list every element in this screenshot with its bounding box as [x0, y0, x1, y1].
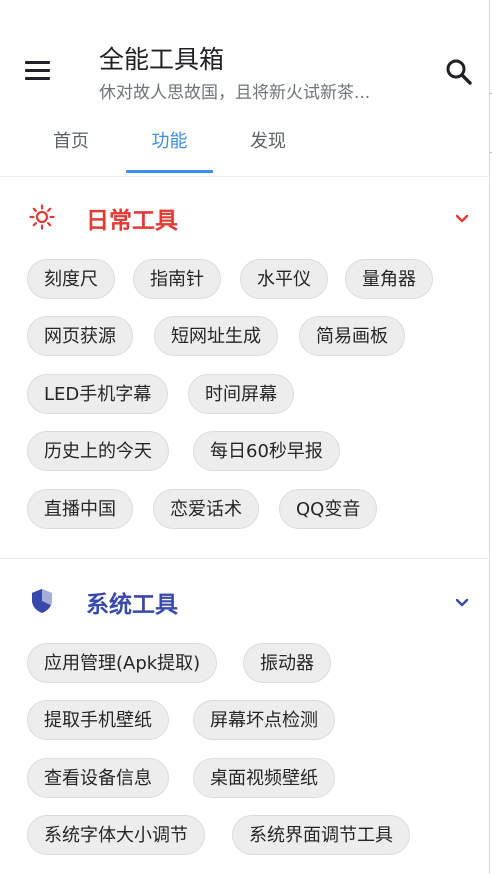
chip-qq-voice[interactable]: QQ变音 [279, 489, 378, 529]
app-screen: 全能工具箱 休对故人思故国，且将新火试新茶... 首页 功能 发现 日常工具 刻… [0, 0, 489, 874]
chip-short-url[interactable]: 短网址生成 [154, 316, 278, 356]
window-edge [489, 0, 490, 874]
section-divider [0, 558, 489, 559]
tab-discover[interactable]: 发现 [228, 120, 308, 175]
section-header-daily-tools[interactable]: 日常工具 [0, 197, 489, 237]
app-subtitle: 休对故人思故国，且将新火试新茶... [99, 83, 371, 103]
chip-extract-wallpaper[interactable]: 提取手机壁纸 [27, 700, 169, 740]
search-icon[interactable] [443, 56, 475, 88]
hamburger-menu-icon[interactable] [22, 58, 54, 84]
chevron-down-icon[interactable] [451, 591, 473, 613]
sun-icon [28, 203, 56, 231]
section-title-daily-tools: 日常工具 [86, 208, 178, 234]
tab-active-indicator [126, 170, 213, 173]
chip-ui-tuner[interactable]: 系统界面调节工具 [232, 815, 410, 855]
chip-web-source[interactable]: 网页获源 [27, 316, 133, 356]
chip-compass[interactable]: 指南针 [133, 259, 221, 299]
shield-icon [28, 587, 56, 615]
chip-led-subtitle[interactable]: LED手机字幕 [27, 374, 169, 414]
chip-video-wallpaper[interactable]: 桌面视频壁纸 [193, 758, 335, 798]
chevron-down-icon[interactable] [451, 207, 473, 229]
chip-font-size[interactable]: 系统字体大小调节 [27, 815, 205, 855]
chip-level[interactable]: 水平仪 [240, 259, 328, 299]
app-title: 全能工具箱 [99, 45, 225, 74]
chip-drawing-board[interactable]: 简易画板 [299, 316, 405, 356]
chip-history-today[interactable]: 历史上的今天 [27, 431, 169, 471]
section-title-system-tools: 系统工具 [86, 592, 178, 618]
section-header-system-tools[interactable]: 系统工具 [0, 581, 489, 621]
chip-love-talk[interactable]: 恋爱话术 [153, 489, 259, 529]
chip-ruler[interactable]: 刻度尺 [27, 259, 115, 299]
chip-time-screen[interactable]: 时间屏幕 [188, 374, 294, 414]
tab-home[interactable]: 首页 [31, 120, 111, 175]
chip-live-china[interactable]: 直播中国 [27, 489, 133, 529]
app-bar: 全能工具箱 休对故人思故国，且将新火试新茶... [0, 0, 489, 120]
chip-protractor[interactable]: 量角器 [345, 259, 433, 299]
chip-daily-news[interactable]: 每日60秒早报 [193, 431, 340, 471]
chip-dead-pixel-test[interactable]: 屏幕坏点检测 [193, 700, 335, 740]
chip-device-info[interactable]: 查看设备信息 [27, 758, 169, 798]
tab-functions[interactable]: 功能 [126, 120, 213, 175]
chip-app-manager[interactable]: 应用管理(Apk提取) [27, 643, 218, 683]
chip-vibrator[interactable]: 振动器 [243, 643, 331, 683]
tab-bar: 首页 功能 发现 [0, 120, 489, 177]
